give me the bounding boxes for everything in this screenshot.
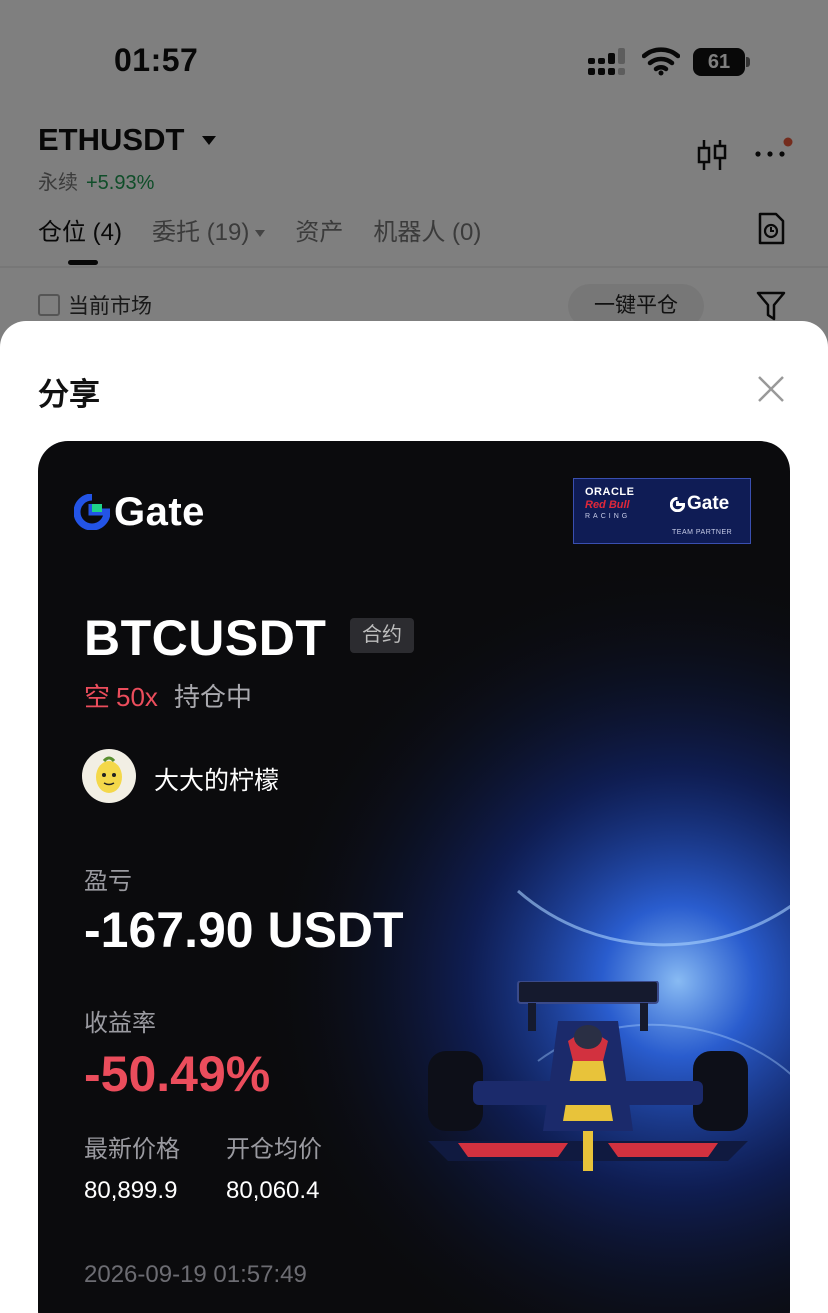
gate-logo: Gate <box>74 489 205 534</box>
side: 空 <box>84 682 111 712</box>
roi-value: -50.49% <box>84 1046 271 1102</box>
gate-logo-icon <box>670 496 685 512</box>
entry-price-value: 80,060.4 <box>226 1177 320 1204</box>
position-status: 持仓中 <box>173 682 252 712</box>
username: 大大的柠檬 <box>154 767 280 795</box>
brand-name: Gate <box>114 489 205 534</box>
entry-price-label: 开仓均价 <box>226 1136 322 1163</box>
share-card: Gate ORACLE Red Bull RACING Gate TEAM PA… <box>38 441 790 1313</box>
last-price-label: 最新价格 <box>84 1136 180 1163</box>
team-partner-badge: ORACLE Red Bull RACING Gate TEAM PARTNER <box>573 478 751 544</box>
gate-logo-icon <box>74 494 110 530</box>
pnl-value: -167.90 USDT <box>84 902 404 958</box>
f1-car-image <box>428 981 748 1171</box>
contract-badge: 合约 <box>350 618 414 653</box>
avatar <box>82 749 136 803</box>
close-icon[interactable] <box>756 374 786 404</box>
timestamp: 2026-09-19 01:57:49 <box>84 1261 307 1288</box>
leverage: 50x <box>116 682 158 712</box>
roi-label: 收益率 <box>84 1010 156 1037</box>
position-direction: 空 50x 持仓中 <box>84 677 252 714</box>
last-price-value: 80,899.9 <box>84 1177 178 1204</box>
contract-symbol: BTCUSDT <box>84 610 327 666</box>
pnl-label: 盈亏 <box>84 868 132 895</box>
share-title: 分享 <box>38 377 100 412</box>
share-sheet: 分享 Gate ORACLE Red Bull RACING Gate TEAM… <box>0 321 828 1313</box>
